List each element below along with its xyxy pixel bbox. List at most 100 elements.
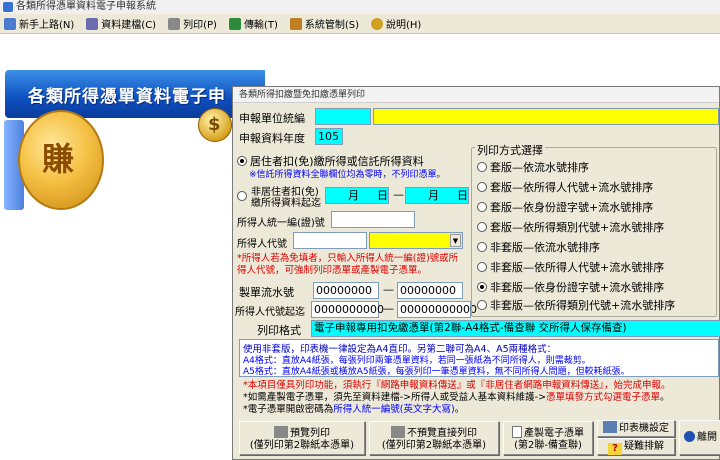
preview-label: 預覽列印 bbox=[290, 428, 330, 439]
radio-button[interactable] bbox=[477, 162, 487, 172]
taxpayer-code-select[interactable]: ▼ bbox=[369, 232, 463, 249]
menu-label: 系統管制(S) bbox=[304, 20, 360, 31]
print-option-2[interactable]: 套版—依所得人代號+流水號排序 bbox=[477, 179, 653, 195]
note-3: *電子憑單開啟密碼為所得人統一編號(英文字大寫)。 bbox=[243, 401, 464, 415]
print-dialog: 各類所得扣繳暨免扣繳憑單列印 申報單位統編 申報資料年度 105 居住者扣(免)… bbox=[232, 86, 720, 460]
month-label: 月 bbox=[348, 189, 359, 202]
format-select[interactable]: 電子申報專用扣免繳憑單(第2聯-A4格式-備查聯 交所得人保存備查) bbox=[311, 320, 720, 337]
print-option-7[interactable]: 非套版—依身份證字號+流水號排序 bbox=[477, 279, 664, 295]
nonresident-end-date[interactable]: 月日 bbox=[405, 187, 469, 204]
serial-label: 製單流水號 bbox=[239, 286, 294, 299]
radio-button-selected[interactable] bbox=[477, 282, 487, 292]
chevron-down-icon[interactable]: ▼ bbox=[450, 234, 461, 247]
format-info-panel: 使用非套版，印表機一律設定為A4直印。另第二聯可為A4、A5兩種格式： A4格式… bbox=[239, 339, 719, 377]
unit-id-input[interactable] bbox=[315, 108, 371, 125]
month-label: 月 bbox=[428, 189, 439, 202]
direct-label: 不預覽直接列印 bbox=[407, 428, 477, 439]
print-option-8[interactable]: 非套版—依所得類別代號+流水號排序 bbox=[477, 297, 675, 313]
exit-button[interactable]: 離開 bbox=[679, 420, 720, 455]
serial-sep: — bbox=[383, 283, 394, 296]
gear-user-icon bbox=[289, 17, 302, 30]
print-method-title: 列印方式選擇 bbox=[475, 142, 545, 158]
menu-label: 資料建檔(C) bbox=[101, 20, 157, 31]
exit-label: 離開 bbox=[697, 432, 717, 443]
radio-button[interactable] bbox=[477, 300, 487, 310]
year-input[interactable]: 105 bbox=[315, 128, 343, 145]
nonresident-start-date[interactable]: 月日 bbox=[325, 187, 389, 204]
menu-bar: 新手上路(N) 資料建檔(C) 列印(P) 傳輸(T) 系統管制(S) 說明(H… bbox=[0, 14, 720, 34]
app-icon bbox=[3, 2, 13, 12]
print-option-1[interactable]: 套版—依流水號排序 bbox=[477, 159, 589, 175]
troubleshoot-label: 疑難排解 bbox=[624, 441, 664, 452]
taxpayer-code-label: 所得人代號 bbox=[237, 239, 287, 250]
code-from-input[interactable]: 0000000000 bbox=[311, 301, 384, 318]
red-note: *所得人若為免填者，只輸入所得人統一編(證)號或所得人代號，可強制列印憑單或產製… bbox=[237, 253, 459, 276]
radio-button[interactable] bbox=[477, 242, 487, 252]
menu-help[interactable]: 說明(H) bbox=[367, 15, 429, 33]
taxpayer-id-input[interactable] bbox=[331, 211, 415, 228]
print-option-3[interactable]: 套版—依身份證字號+流水號排序 bbox=[477, 199, 653, 215]
note-2-end: 。 bbox=[660, 392, 670, 403]
note-3-text: *電子憑單開啟密碼為 bbox=[243, 404, 334, 415]
print-option-6[interactable]: 非套版—依所得人代號+流水號排序 bbox=[477, 259, 664, 275]
code-to-input[interactable]: 00000000000 bbox=[397, 301, 477, 318]
menu-system[interactable]: 系統管制(S) bbox=[286, 15, 367, 33]
radio-button[interactable] bbox=[477, 262, 487, 272]
window-title: 各類所得憑單資料電子申報系統 bbox=[16, 1, 156, 12]
ecert-label: 產製電子憑單 bbox=[524, 428, 584, 439]
radio-button[interactable] bbox=[477, 182, 487, 192]
printer-icon bbox=[168, 17, 181, 30]
unit-id-label: 申報單位統編 bbox=[239, 112, 305, 125]
print-option-5[interactable]: 非套版—依流水號排序 bbox=[477, 239, 600, 255]
menu-transfer[interactable]: 傳輸(T) bbox=[225, 15, 286, 33]
gold-coin-icon: 賺 bbox=[18, 110, 104, 210]
file-icon bbox=[4, 17, 16, 30]
direct-sublabel: (僅列印第2聯紙本憑單) bbox=[381, 440, 487, 451]
print-option-4[interactable]: 套版—依所得類別代號+流水號排序 bbox=[477, 219, 664, 235]
banner-title: 各類所得憑單資料電子申 bbox=[28, 87, 226, 107]
transfer-icon bbox=[228, 17, 241, 30]
resident-radio[interactable] bbox=[237, 156, 247, 166]
dollar-coin-icon: $ bbox=[198, 108, 232, 142]
year-label: 申報資料年度 bbox=[239, 132, 305, 145]
radio-button[interactable] bbox=[477, 222, 487, 232]
preview-print-button[interactable]: 預覽列印 (僅列印第2聯紙本憑單) bbox=[239, 421, 365, 455]
dollar-glyph: $ bbox=[208, 114, 221, 135]
note-2-highlight: 憑單填發方式勾選電子憑單 bbox=[546, 392, 661, 403]
radio-button[interactable] bbox=[477, 202, 487, 212]
printer-setup-label: 印表機設定 bbox=[619, 423, 669, 434]
troubleshoot-button[interactable]: ? 疑難排解 bbox=[597, 438, 675, 455]
window-titlebar: 各類所得憑單資料電子申報系統 bbox=[0, 0, 720, 14]
menu-newbie[interactable]: 新手上路(N) bbox=[0, 15, 82, 33]
generate-ecert-button[interactable]: 產製電子憑單 (第2聯-備查聯) bbox=[503, 421, 593, 455]
exit-icon bbox=[684, 431, 695, 442]
taxpayer-id-label: 所得人統一編(證)號 bbox=[237, 218, 325, 229]
nonresident-label-2: 繳所得資料起迄 bbox=[251, 198, 321, 209]
info-line-3: A5格式：直放A4紙張或橫放A5紙張，每張列印一筆憑單資料，無不同所得人問題，但… bbox=[243, 367, 630, 377]
nonresident-label-1: 非居住者扣(免) bbox=[251, 187, 319, 198]
preview-sublabel: (僅列印第2聯紙本憑單) bbox=[249, 440, 355, 451]
menu-print[interactable]: 列印(P) bbox=[164, 15, 225, 33]
coin-glyph: 賺 bbox=[42, 140, 75, 178]
note-3-end: 。 bbox=[454, 404, 465, 415]
taxpayer-code-input[interactable] bbox=[293, 232, 367, 249]
serial-from-input[interactable]: 00000000 bbox=[313, 282, 379, 299]
code-sep: — bbox=[383, 302, 394, 315]
grid-icon bbox=[86, 17, 99, 30]
printer-setup-button[interactable]: 印表機設定 bbox=[597, 420, 675, 437]
day-label: 日 bbox=[377, 189, 388, 202]
direct-print-button[interactable]: 不預覽直接列印 (僅列印第2聯紙本憑單) bbox=[369, 421, 499, 455]
printer-icon bbox=[274, 426, 288, 438]
menu-label: 傳輸(T) bbox=[243, 20, 278, 31]
dialog-title: 各類所得扣繳暨免扣繳憑單列印 bbox=[233, 87, 719, 103]
menu-label: 新手上路(N) bbox=[19, 20, 75, 31]
menu-data-entry[interactable]: 資料建檔(C) bbox=[82, 15, 164, 33]
code-range-label: 所得人代號起迄 bbox=[235, 307, 305, 318]
date-range-sep: — bbox=[393, 188, 404, 201]
serial-to-input[interactable]: 00000000 bbox=[397, 282, 463, 299]
resident-note: ※信託所得資料全聯欄位均為零時，不列印憑單。 bbox=[249, 170, 446, 180]
printer-setup-icon bbox=[603, 421, 617, 433]
menu-label: 列印(P) bbox=[183, 20, 217, 31]
help-icon bbox=[371, 17, 384, 30]
nonresident-radio[interactable] bbox=[237, 191, 247, 201]
